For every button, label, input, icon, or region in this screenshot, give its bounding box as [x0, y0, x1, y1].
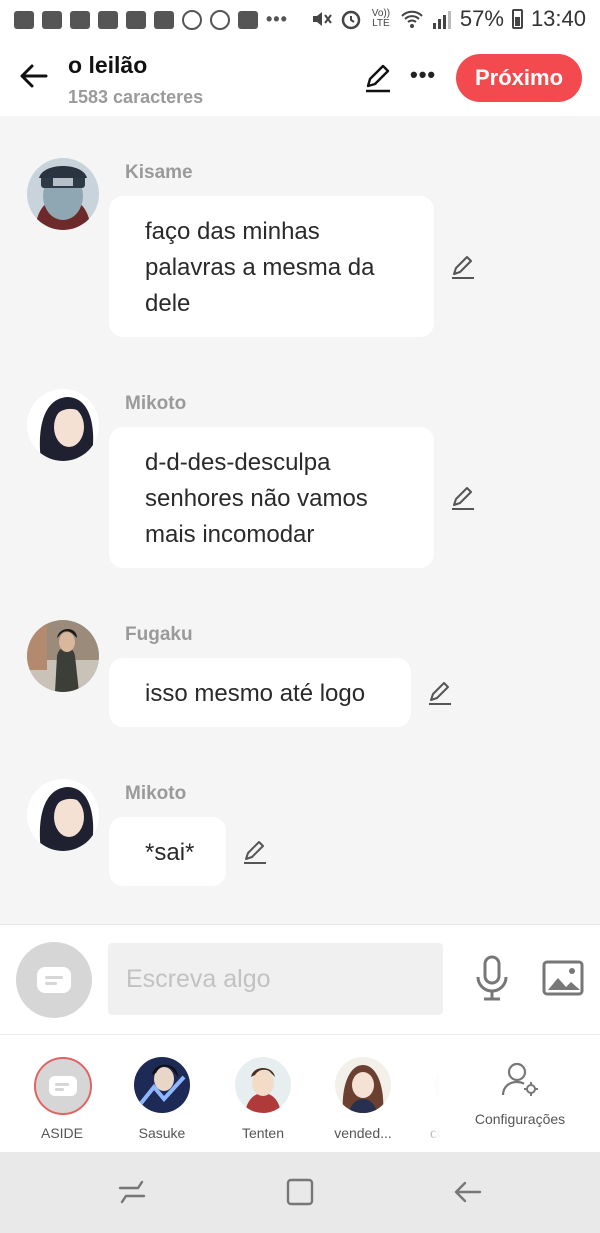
message-text-line: *sai*: [145, 839, 195, 866]
message-notification-icon: [98, 10, 118, 29]
message-author: Mikoto: [125, 393, 187, 414]
character-count: 1583 caracteres: [68, 87, 204, 107]
role-selector: ASIDE Sasuke Tenten vended... co Configu…: [0, 1034, 600, 1153]
avatar[interactable]: [27, 620, 99, 692]
role-label: Sasuke: [138, 1125, 186, 1141]
editor-header: o leilão 1583 caracteres ••• Próximo: [0, 40, 600, 116]
aside-role-button[interactable]: [16, 942, 92, 1018]
avatar[interactable]: [27, 779, 99, 851]
message-input[interactable]: [108, 943, 443, 1015]
message-text-line: mais incomodar: [145, 521, 315, 548]
message-text-line: isso mesmo até logo: [145, 680, 366, 707]
avatar: [235, 1057, 291, 1113]
back-arrow-icon[interactable]: [16, 58, 52, 94]
role-sasuke[interactable]: Sasuke: [112, 1035, 212, 1153]
role-vendedor[interactable]: vended...: [313, 1035, 413, 1153]
volte-icon: Vo)) LTE: [371, 8, 391, 29]
gallery-notification-icon: [238, 10, 258, 29]
avatar: [134, 1057, 190, 1113]
clock: 13:40: [530, 6, 586, 31]
message-notification-icon: [14, 10, 34, 29]
message-author: Kisame: [125, 162, 193, 183]
avatar-image: [335, 1057, 391, 1113]
more-notifications-icon: •••: [266, 9, 288, 29]
next-button[interactable]: Próximo: [456, 54, 582, 102]
battery-icon: [511, 9, 523, 29]
system-back-icon[interactable]: [450, 1174, 486, 1210]
composer-bar: [0, 924, 600, 1035]
image-icon[interactable]: [542, 960, 584, 996]
message-text-line: d-d-des-desculpa: [145, 449, 331, 476]
aside-bubble-icon: [37, 967, 71, 993]
edit-pencil-icon[interactable]: [362, 62, 394, 94]
avatar[interactable]: [27, 389, 99, 461]
avatar-image: [27, 389, 99, 461]
avatar-image: [27, 779, 99, 851]
message-notification-icon: [42, 10, 62, 29]
home-icon[interactable]: [282, 1174, 318, 1210]
alarm-icon: [341, 10, 361, 30]
message-notification-icon: [126, 10, 146, 29]
edit-message-icon[interactable]: [449, 253, 477, 281]
story-title: o leilão: [68, 52, 148, 78]
wifi-icon: [401, 10, 423, 28]
settings-label[interactable]: Configurações: [460, 1111, 580, 1127]
message-bubble[interactable]: isso mesmo até logo: [109, 658, 411, 727]
signal-icon: [432, 11, 451, 29]
role-aside[interactable]: ASIDE: [12, 1035, 112, 1153]
status-bar: ••• Vo)) LTE 57% 13:40: [0, 0, 600, 40]
avatar-image: [27, 158, 99, 230]
notification-icons: •••: [14, 9, 288, 30]
system-indicators: Vo)) LTE 57% 13:40: [310, 6, 586, 32]
aside-bubble-icon: [49, 1076, 77, 1096]
message-bubble[interactable]: faço das minhas palavras a mesma da dele: [109, 196, 434, 337]
avatar: [335, 1057, 391, 1113]
microphone-icon[interactable]: [474, 955, 510, 1001]
edit-message-icon[interactable]: [426, 679, 454, 707]
role-label: ASIDE: [40, 1125, 83, 1141]
avatar-image: [27, 620, 99, 692]
recent-apps-icon[interactable]: [114, 1174, 150, 1210]
mute-icon: [312, 12, 332, 26]
whatsapp-icon: [182, 9, 202, 30]
avatar[interactable]: [27, 158, 99, 230]
battery-percent: 57%: [459, 6, 504, 31]
aside-avatar: [34, 1057, 92, 1115]
role-label: vended...: [334, 1125, 392, 1141]
edit-message-icon[interactable]: [449, 484, 477, 512]
message-text-line: dele: [145, 290, 191, 317]
message-notification-icon: [154, 10, 174, 29]
message-bubble[interactable]: *sai*: [109, 817, 226, 886]
avatar-image: [134, 1057, 190, 1113]
message-text-line: palavras a mesma da: [145, 254, 375, 281]
role-label: Tenten: [241, 1125, 285, 1141]
message-author: Mikoto: [125, 783, 187, 804]
avatar-image: [235, 1057, 291, 1113]
message-bubble[interactable]: d-d-des-desculpa senhores não vamos mais…: [109, 427, 434, 568]
message-notification-icon: [70, 10, 90, 29]
more-options-icon[interactable]: •••: [410, 62, 436, 88]
role-tenten[interactable]: Tenten: [213, 1035, 313, 1153]
system-navigation-bar: [0, 1152, 600, 1233]
message-author: Fugaku: [125, 624, 193, 645]
message-text-line: senhores não vamos: [145, 485, 368, 512]
pinterest-icon: [210, 9, 230, 30]
user-settings-icon[interactable]: [500, 1061, 540, 1097]
edit-message-icon[interactable]: [241, 838, 269, 866]
message-text-line: faço das minhas: [145, 218, 320, 245]
